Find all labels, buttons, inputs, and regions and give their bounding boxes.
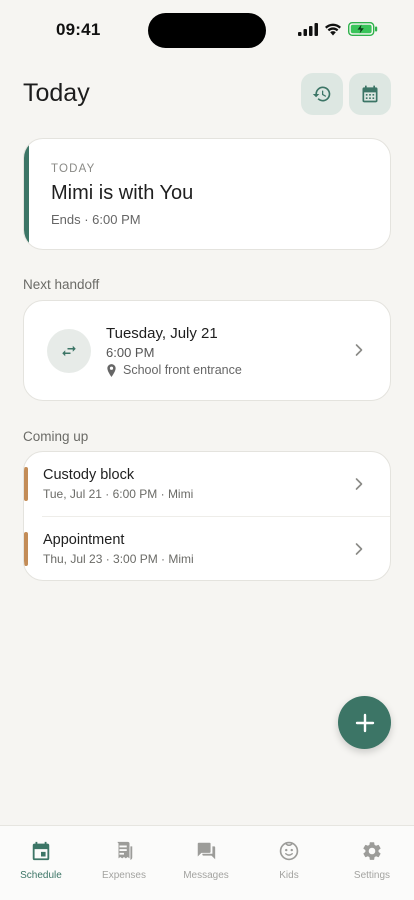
today-eyebrow: TODAY: [51, 163, 96, 175]
chevron-right-icon: [355, 344, 363, 356]
calendar-icon: [362, 85, 378, 103]
tab-label: Expenses: [102, 870, 146, 881]
tab-schedule[interactable]: Schedule: [0, 839, 82, 881]
page-title: Today: [23, 79, 90, 107]
tab-kids[interactable]: Kids: [248, 839, 330, 881]
event-color-bar: [24, 467, 28, 501]
today-card-accent: [24, 139, 29, 249]
chevron-right-icon: [355, 478, 363, 490]
dynamic-island: [148, 13, 266, 48]
handoff-date: Tuesday, July 21: [106, 325, 218, 342]
plus-icon: [355, 713, 374, 732]
calendar-button[interactable]: [349, 73, 391, 115]
list-item[interactable]: Appointment Thu, Jul 23 · 3:00 PM · Mimi: [24, 517, 390, 580]
history-button[interactable]: [301, 73, 343, 115]
receipt-icon: [117, 841, 133, 860]
location-pin-icon: [107, 363, 116, 377]
child-face-icon: [279, 841, 299, 861]
event-color-bar: [24, 532, 28, 566]
signal-icon: [298, 22, 318, 36]
next-handoff-label: Next handoff: [23, 277, 100, 292]
status-icons: [298, 22, 378, 36]
event-title: Appointment: [43, 532, 125, 548]
tab-label: Schedule: [20, 870, 62, 881]
chat-icon: [197, 842, 216, 860]
calendar-icon: [32, 841, 50, 861]
handoff-time: 6:00 PM: [106, 345, 155, 360]
tab-messages[interactable]: Messages: [165, 839, 247, 881]
handoff-card[interactable]: Tuesday, July 21 6:00 PM School front en…: [23, 300, 391, 401]
today-headline: Mimi is with You: [51, 182, 194, 204]
gear-icon: [363, 842, 381, 860]
event-details: Tue, Jul 21 · 6:00 PM · Mimi: [43, 487, 194, 501]
status-bar: 09:41: [0, 0, 414, 62]
add-event-button[interactable]: [338, 696, 391, 749]
battery-icon: [348, 22, 378, 36]
tab-settings[interactable]: Settings: [331, 839, 413, 881]
today-card[interactable]: TODAY Mimi is with You Ends · 6:00 PM: [23, 138, 391, 250]
swap-icon: [62, 345, 76, 357]
handoff-location-text: School front entrance: [123, 363, 242, 377]
history-icon: [312, 86, 331, 102]
event-title: Custody block: [43, 467, 135, 483]
chevron-right-icon: [355, 543, 363, 555]
tab-expenses[interactable]: Expenses: [83, 839, 165, 881]
list-item[interactable]: Custody block Tue, Jul 21 · 6:00 PM · Mi…: [24, 452, 390, 516]
tab-label: Settings: [353, 870, 391, 881]
tab-label: Kids: [279, 870, 299, 881]
handoff-location: School front entrance: [106, 363, 242, 377]
wifi-icon: [325, 23, 341, 35]
coming-up-label: Coming up: [23, 429, 89, 444]
status-time: 09:41: [56, 20, 101, 39]
tab-label: Messages: [183, 870, 229, 881]
swap-icon-wrapper: [47, 329, 91, 373]
event-details: Thu, Jul 23 · 3:00 PM · Mimi: [43, 552, 194, 566]
coming-up-list: Custody block Tue, Jul 21 · 6:00 PM · Mi…: [23, 451, 391, 581]
today-end-time: Ends · 6:00 PM: [51, 212, 141, 227]
tab-bar: Schedule Expenses Messages Kids Settings: [0, 825, 414, 900]
